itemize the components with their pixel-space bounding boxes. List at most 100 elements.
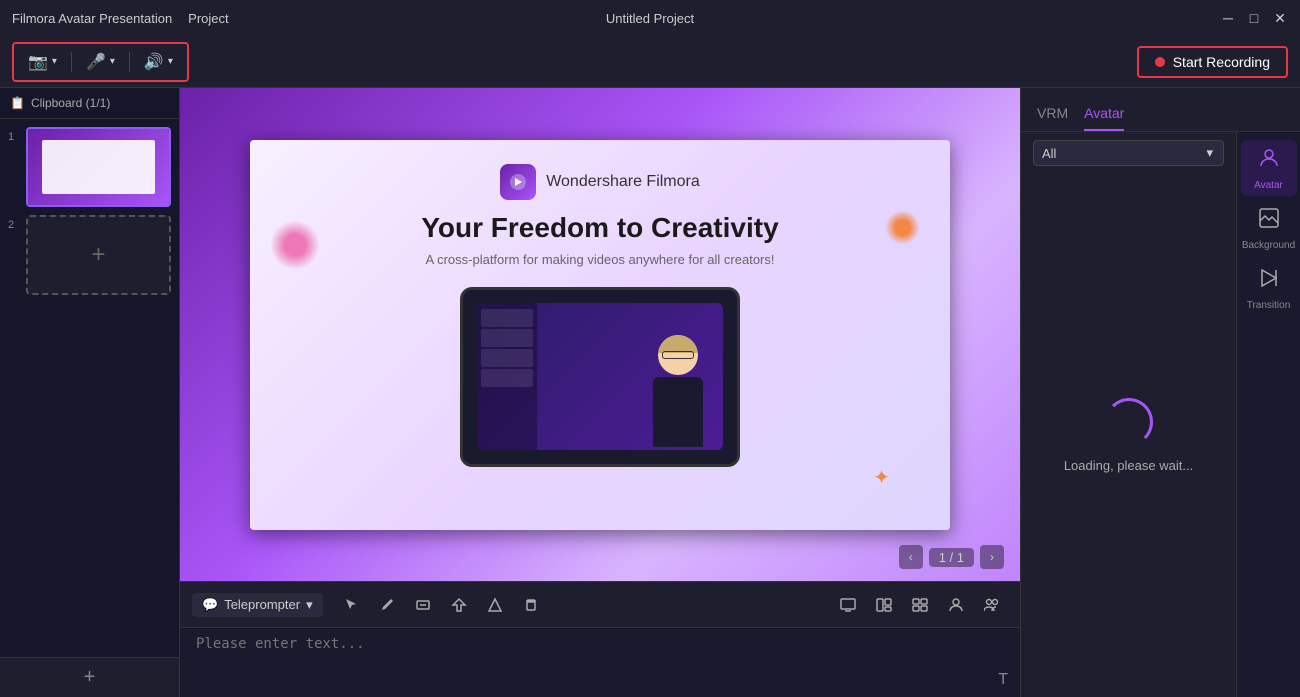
transition-icon-label: Transition [1247,300,1291,311]
avatar-figure [643,335,713,450]
avatar-icon-label: Avatar [1254,180,1283,191]
avatar-icon [1257,146,1281,176]
grid-button[interactable] [904,589,936,621]
category-dropdown[interactable]: All ▾ [1033,140,1224,166]
avatar-loading-area: Loading, please wait... [1021,174,1236,697]
mockup-sidebar-item-2 [481,329,533,347]
shape-tool-button[interactable] [479,589,511,621]
next-page-button[interactable]: › [980,545,1004,569]
mic-icon: 🎤 [86,52,106,72]
background-icon-label: Background [1242,240,1295,251]
slide-preview-1 [28,129,169,205]
person-button[interactable] [940,589,972,621]
screen-share-button[interactable] [832,589,864,621]
pen-tool-button[interactable] [371,589,403,621]
add-slide-button[interactable]: + [0,657,179,697]
arrow-tool-button[interactable] [443,589,475,621]
title-bar: Filmora Avatar Presentation Project Unti… [0,0,1300,36]
delete-tool-button[interactable] [515,589,547,621]
start-recording-button[interactable]: Start Recording [1137,46,1288,78]
mockup-sidebar-item-4 [481,369,533,387]
slide-screen-mockup [460,287,740,467]
filmora-logo-area: Wondershare Filmora [500,164,700,200]
window-controls: ─ □ ✕ [1220,10,1288,26]
tab-vrm[interactable]: VRM [1037,97,1068,131]
slide-white-box-1 [42,140,155,193]
canvas-area: Wondershare Filmora Your Freedom to Crea… [180,88,1020,697]
clipboard-label: Clipboard (1/1) [31,96,110,110]
decoration-circle-orange [885,210,920,245]
right-icon-transition[interactable]: Transition [1241,260,1297,316]
menu-project[interactable]: Project [188,11,228,26]
toolbar-divider-2 [129,52,130,72]
clipboard-icon: 📋 [10,96,25,110]
close-button[interactable]: ✕ [1272,10,1288,26]
camera-button[interactable]: 📷 ▾ [22,48,63,76]
avatar-panel-main: All ▾ Loading, please wait... [1021,132,1236,697]
slide-thumbnail-1[interactable] [26,127,171,207]
teleprompter-chat-icon: 💬 [202,597,218,613]
teleprompter-button[interactable]: 💬 Teleprompter ▾ [192,593,323,617]
main-layout: 📋 Clipboard (1/1) 1 2 + + [0,88,1300,697]
layout-button[interactable] [868,589,900,621]
mockup-sidebar-item-1 [481,309,533,327]
page-indicator: 1 / 1 [929,548,974,567]
title-bar-left: Filmora Avatar Presentation Project [12,11,229,26]
right-panel-content: All ▾ Loading, please wait... [1021,132,1300,697]
speaker-button[interactable]: 🔊 ▾ [138,48,179,76]
decoration-star: ✦ [873,465,890,490]
minimize-button[interactable]: ─ [1220,10,1236,26]
avatar-body [653,377,703,447]
slide-canvas: Wondershare Filmora Your Freedom to Crea… [250,140,950,530]
page-nav: ‹ 1 / 1 › [899,545,1004,569]
filmora-logo-icon [500,164,536,200]
slide-main-title: Your Freedom to Creativity [421,212,778,244]
filmora-brand-text: Wondershare Filmora [546,173,700,191]
right-icon-avatar[interactable]: Avatar [1241,140,1297,196]
slides-list: 1 2 + [0,119,179,657]
slides-header: 📋 Clipboard (1/1) [0,88,179,119]
dropdown-chevron-icon: ▾ [1206,145,1213,161]
slides-panel: 📋 Clipboard (1/1) 1 2 + + [0,88,180,697]
speaker-icon: 🔊 [144,52,164,72]
mic-button[interactable]: 🎤 ▾ [80,48,121,76]
group-button[interactable] [976,589,1008,621]
slide-sub-title: A cross-platform for making videos anywh… [426,252,775,267]
maximize-button[interactable]: □ [1246,10,1262,26]
right-panel-tabs: VRM Avatar [1021,88,1300,132]
cursor-tool-button[interactable] [335,589,367,621]
avatar-head [658,335,698,375]
add-slide-icon: + [91,241,105,269]
record-label: Start Recording [1173,54,1270,70]
text-box-tool-button[interactable] [407,589,439,621]
add-slide-plus-icon: + [84,666,96,689]
avatar-glasses [662,351,694,359]
canvas-wrapper: Wondershare Filmora Your Freedom to Crea… [180,88,1020,581]
mockup-sidebar-item-3 [481,349,533,367]
right-panel: VRM Avatar All ▾ Loading, please wait... [1020,88,1300,697]
prev-page-button[interactable]: ‹ [899,545,923,569]
main-toolbar: 📷 ▾ 🎤 ▾ 🔊 ▾ Start Recording [0,36,1300,88]
teleprompter-input[interactable] [196,636,1004,684]
slide-item-1: 1 [8,127,171,207]
teleprompter-label: Teleprompter [224,597,300,612]
mockup-content [537,303,724,451]
background-icon [1257,206,1281,236]
window-title: Untitled Project [606,11,694,26]
speaker-chevron-icon: ▾ [168,56,173,67]
transition-icon [1257,266,1281,296]
decoration-circle-pink [270,220,320,270]
mockup-sidebar [477,303,537,451]
slide-thumbnail-2[interactable]: + [26,215,171,295]
slide-content: Wondershare Filmora Your Freedom to Crea… [250,140,950,530]
right-icon-background[interactable]: Background [1241,200,1297,256]
slide-item-2: 2 + [8,215,171,295]
text-format-button[interactable]: T [998,671,1008,689]
loading-spinner [1105,398,1153,446]
app-title: Filmora Avatar Presentation [12,11,172,26]
tab-avatar[interactable]: Avatar [1084,97,1124,131]
dropdown-value: All [1042,146,1056,161]
right-icons-column: Avatar Background [1236,132,1300,697]
teleprompter-area: T [180,627,1020,697]
bottom-toolbar: 💬 Teleprompter ▾ [180,581,1020,627]
